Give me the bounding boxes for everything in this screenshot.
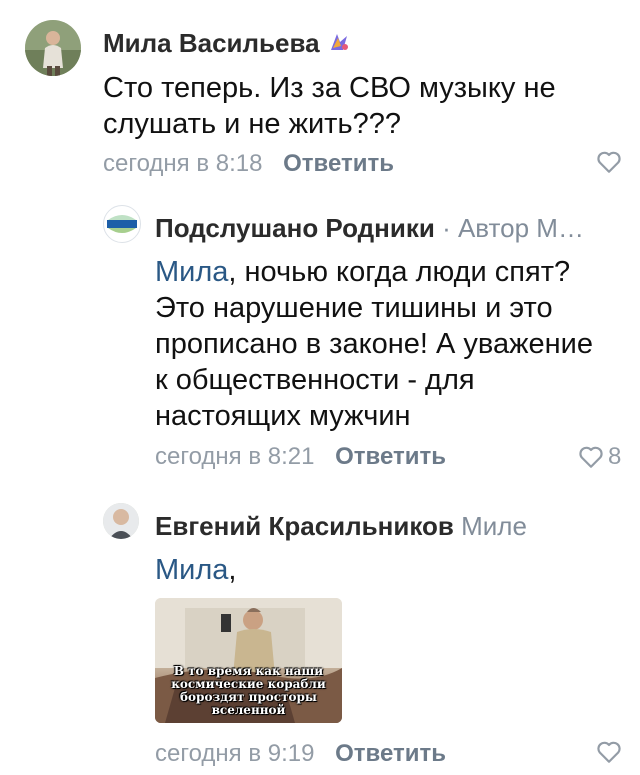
- avatar[interactable]: [103, 503, 139, 539]
- heart-icon: [579, 446, 603, 468]
- image-caption: В то время как наши космические корабли …: [171, 664, 326, 717]
- like-button[interactable]: 8: [578, 443, 621, 471]
- comment-footer: сегодня в 9:19 Ответить: [155, 740, 446, 768]
- reply-button[interactable]: Ответить: [335, 740, 446, 767]
- mention-link[interactable]: Мила: [155, 554, 228, 586]
- comment-time[interactable]: сегодня в 8:18: [103, 150, 262, 177]
- author-name[interactable]: Подслушано Родники · Автор М…: [155, 213, 584, 244]
- comment-1: Мила Васильева Сто теперь. Из за СВО муз…: [0, 0, 640, 190]
- like-count: 8: [608, 443, 622, 470]
- heart-icon: [597, 151, 621, 173]
- like-button[interactable]: [596, 740, 626, 764]
- heart-icon: [597, 741, 621, 763]
- comment-time[interactable]: сегодня в 9:19: [155, 740, 314, 767]
- avatar[interactable]: [103, 205, 141, 243]
- comment-footer: сегодня в 8:21 Ответить: [155, 443, 446, 471]
- mention-link[interactable]: Мила: [155, 256, 228, 288]
- comment-footer: сегодня в 8:18 Ответить: [103, 150, 394, 178]
- like-button[interactable]: [596, 150, 626, 174]
- author-name[interactable]: Евгений Красильников Миле: [155, 511, 527, 542]
- comment-time[interactable]: сегодня в 8:21: [155, 443, 314, 470]
- comment-text: Сто теперь. Из за СВО музыку не слушать …: [103, 72, 556, 140]
- avatar[interactable]: [25, 20, 81, 76]
- author-name[interactable]: Мила Васильева: [103, 28, 351, 61]
- reply-button[interactable]: Ответить: [283, 150, 394, 177]
- author-meta: Миле: [461, 511, 527, 541]
- comment-text: Мила, ночью когда люди спят? Это нарушен…: [155, 256, 593, 432]
- emoji-icon: [327, 30, 351, 61]
- comment-text: Мила,: [155, 554, 237, 586]
- comment-image[interactable]: В то время как наши космические корабли …: [155, 598, 342, 723]
- reply-button[interactable]: Ответить: [335, 443, 446, 470]
- author-meta: · Автор М…: [442, 213, 584, 243]
